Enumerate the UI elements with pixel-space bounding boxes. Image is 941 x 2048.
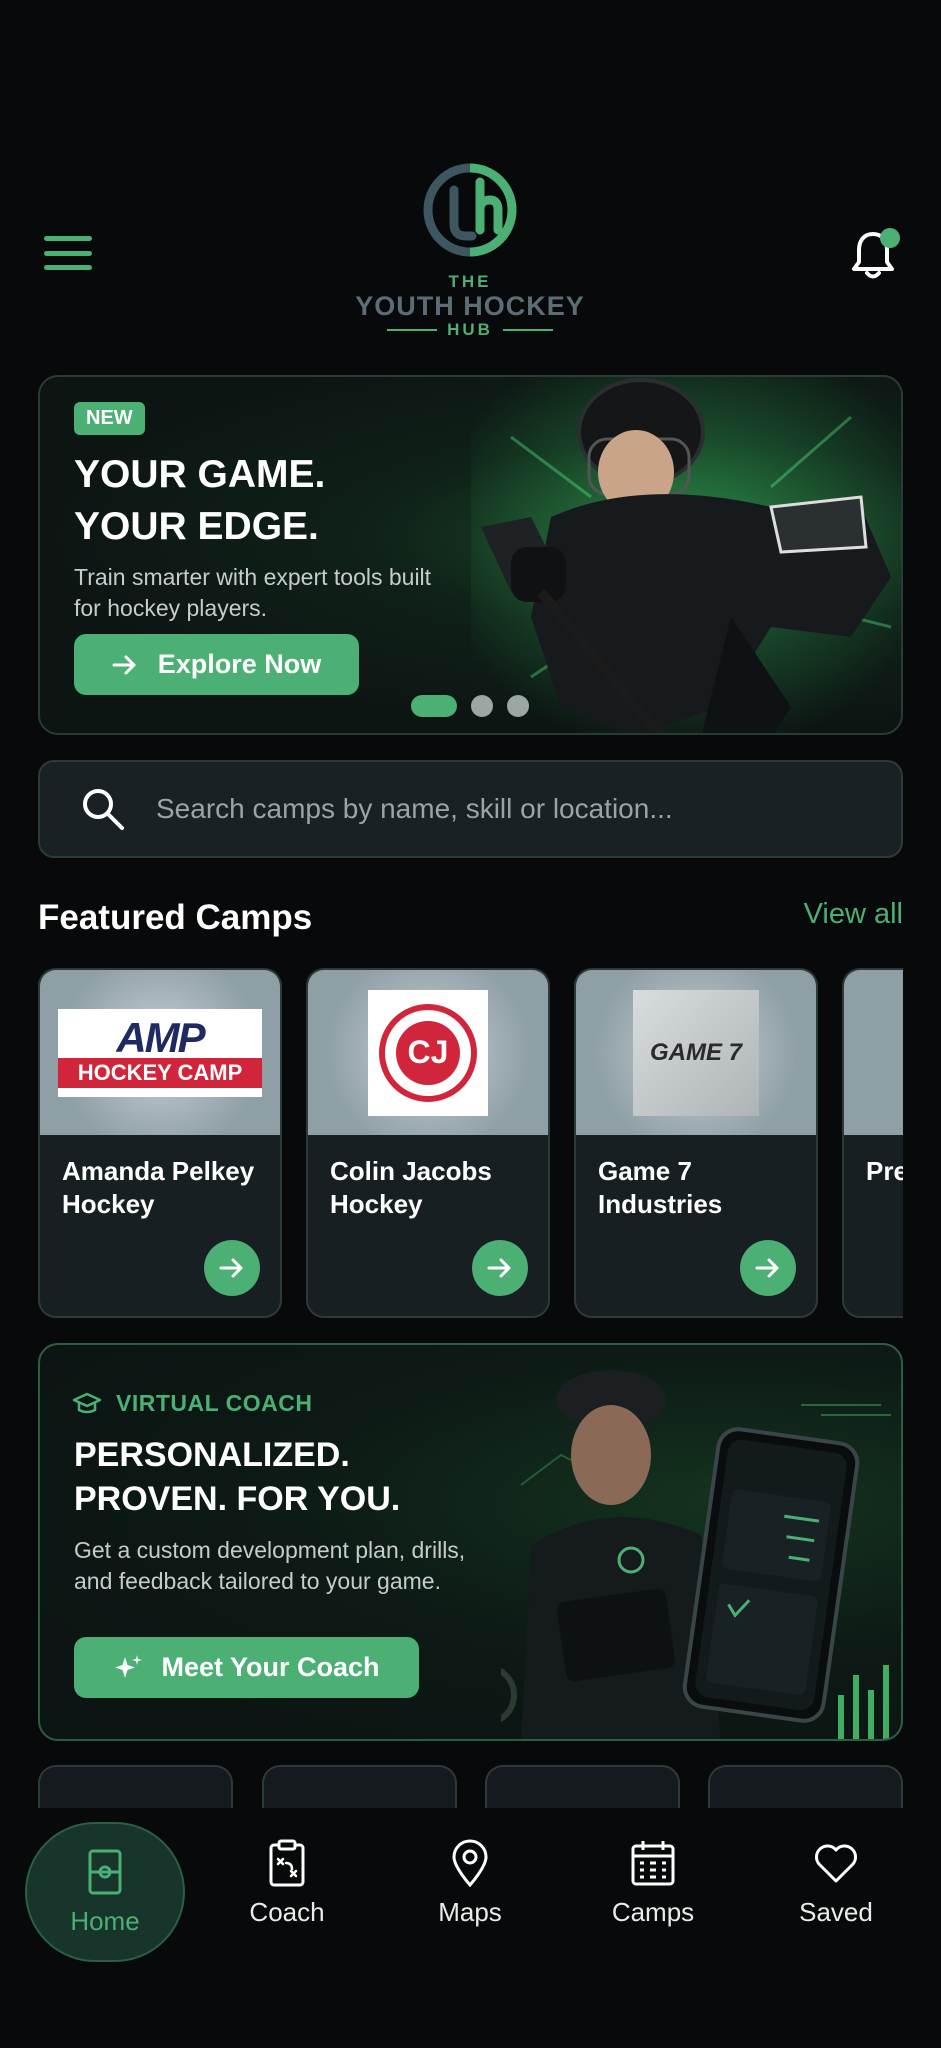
amp-logo: AMP HOCKEY CAMP: [58, 1008, 262, 1097]
game7-logo: GAME 7: [633, 989, 759, 1116]
camp-name: Amanda Pelkey Hockey: [62, 1156, 255, 1219]
menu-icon[interactable]: [44, 236, 92, 270]
arrow-right-icon: [755, 1258, 779, 1278]
camp-card[interactable]: Pre Ho: [842, 968, 903, 1318]
new-badge: NEW: [74, 402, 145, 435]
app-logo: THE YOUTH HOCKEY HUB: [340, 160, 600, 350]
camp-name: Pre Ho: [866, 1156, 903, 1186]
logo-mark-icon: [423, 163, 517, 257]
camp-logo-area: GAME 7: [576, 970, 816, 1135]
arrow-right-icon: [219, 1258, 243, 1278]
hero-subtitle: Train smarter with expert tools built fo…: [74, 564, 432, 621]
camp-card[interactable]: GAME 7 Game 7 Industries: [574, 968, 818, 1318]
featured-camps-title: Featured Camps: [38, 898, 313, 937]
view-all-link[interactable]: View all: [804, 898, 903, 931]
nav-maps[interactable]: Maps: [390, 1808, 550, 1958]
arrow-right-icon: [487, 1258, 511, 1278]
camp-logo-area: CJ: [308, 970, 548, 1135]
explore-now-button[interactable]: Explore Now: [74, 634, 359, 695]
camp-logo-area: [844, 970, 903, 1135]
camp-open-button[interactable]: [204, 1240, 260, 1296]
camp-open-button[interactable]: [472, 1240, 528, 1296]
sparkle-icon: [115, 1654, 143, 1678]
carousel-dot-3[interactable]: [507, 695, 529, 717]
logo-name: YOUTH HOCKEY: [355, 291, 585, 321]
hockey-player-image: [471, 377, 901, 733]
camp-card[interactable]: AMP HOCKEY CAMP Amanda Pelkey Hockey: [38, 968, 282, 1318]
meet-your-coach-button[interactable]: Meet Your Coach: [74, 1637, 419, 1698]
coach-with-phone-image: [501, 1370, 891, 1739]
notification-bell-icon[interactable]: [850, 228, 900, 280]
virtual-coach-banner[interactable]: VIRTUAL COACH PERSONALIZED. PROVEN. FOR …: [38, 1343, 903, 1741]
camp-card[interactable]: CJ Colin Jacobs Hockey: [306, 968, 550, 1318]
bottom-nav: Home Coach Maps Camps Saved: [0, 1808, 941, 2048]
carousel-dot-2[interactable]: [471, 695, 493, 717]
cj-logo: CJ: [368, 989, 488, 1116]
camp-open-button[interactable]: [740, 1240, 796, 1296]
hero-title: YOUR GAME. YOUR EDGE.: [74, 453, 326, 548]
virtual-coach-label: VIRTUAL COACH: [72, 1390, 312, 1417]
coach-subtitle: Get a custom development plan, drills, a…: [74, 1537, 466, 1594]
featured-camps-carousel[interactable]: AMP HOCKEY CAMP Amanda Pelkey Hockey CJ …: [38, 968, 903, 1320]
arrow-right-icon: [112, 655, 136, 674]
coach-title: PERSONALIZED. PROVEN. FOR YOU.: [74, 1436, 401, 1518]
nav-saved[interactable]: Saved: [756, 1808, 916, 1958]
logo-the: THE: [448, 272, 492, 291]
heart-icon: [815, 1844, 857, 1882]
notification-dot: [880, 228, 900, 248]
rink-icon: [88, 1849, 122, 1894]
clipboard-icon: [269, 1839, 305, 1886]
search-icon: [83, 789, 124, 830]
calendar-icon: [631, 1840, 675, 1885]
search-input[interactable]: [156, 793, 856, 825]
hero-banner[interactable]: NEW YOUR GAME. YOUR EDGE. Train smarter …: [38, 375, 903, 735]
camp-name: Colin Jacobs Hockey: [330, 1156, 492, 1219]
carousel-dot-1[interactable]: [411, 695, 457, 717]
map-pin-icon: [452, 1839, 488, 1887]
camp-name: Game 7 Industries: [598, 1156, 723, 1219]
nav-home[interactable]: Home: [25, 1822, 185, 1962]
nav-coach[interactable]: Coach: [207, 1808, 367, 1958]
carousel-dots[interactable]: [411, 695, 529, 717]
search-bar[interactable]: [38, 760, 903, 858]
camp-logo-area: AMP HOCKEY CAMP: [40, 970, 280, 1135]
logo-hub: HUB: [340, 320, 600, 340]
nav-camps[interactable]: Camps: [573, 1808, 733, 1958]
graduation-cap-icon: [72, 1392, 102, 1413]
